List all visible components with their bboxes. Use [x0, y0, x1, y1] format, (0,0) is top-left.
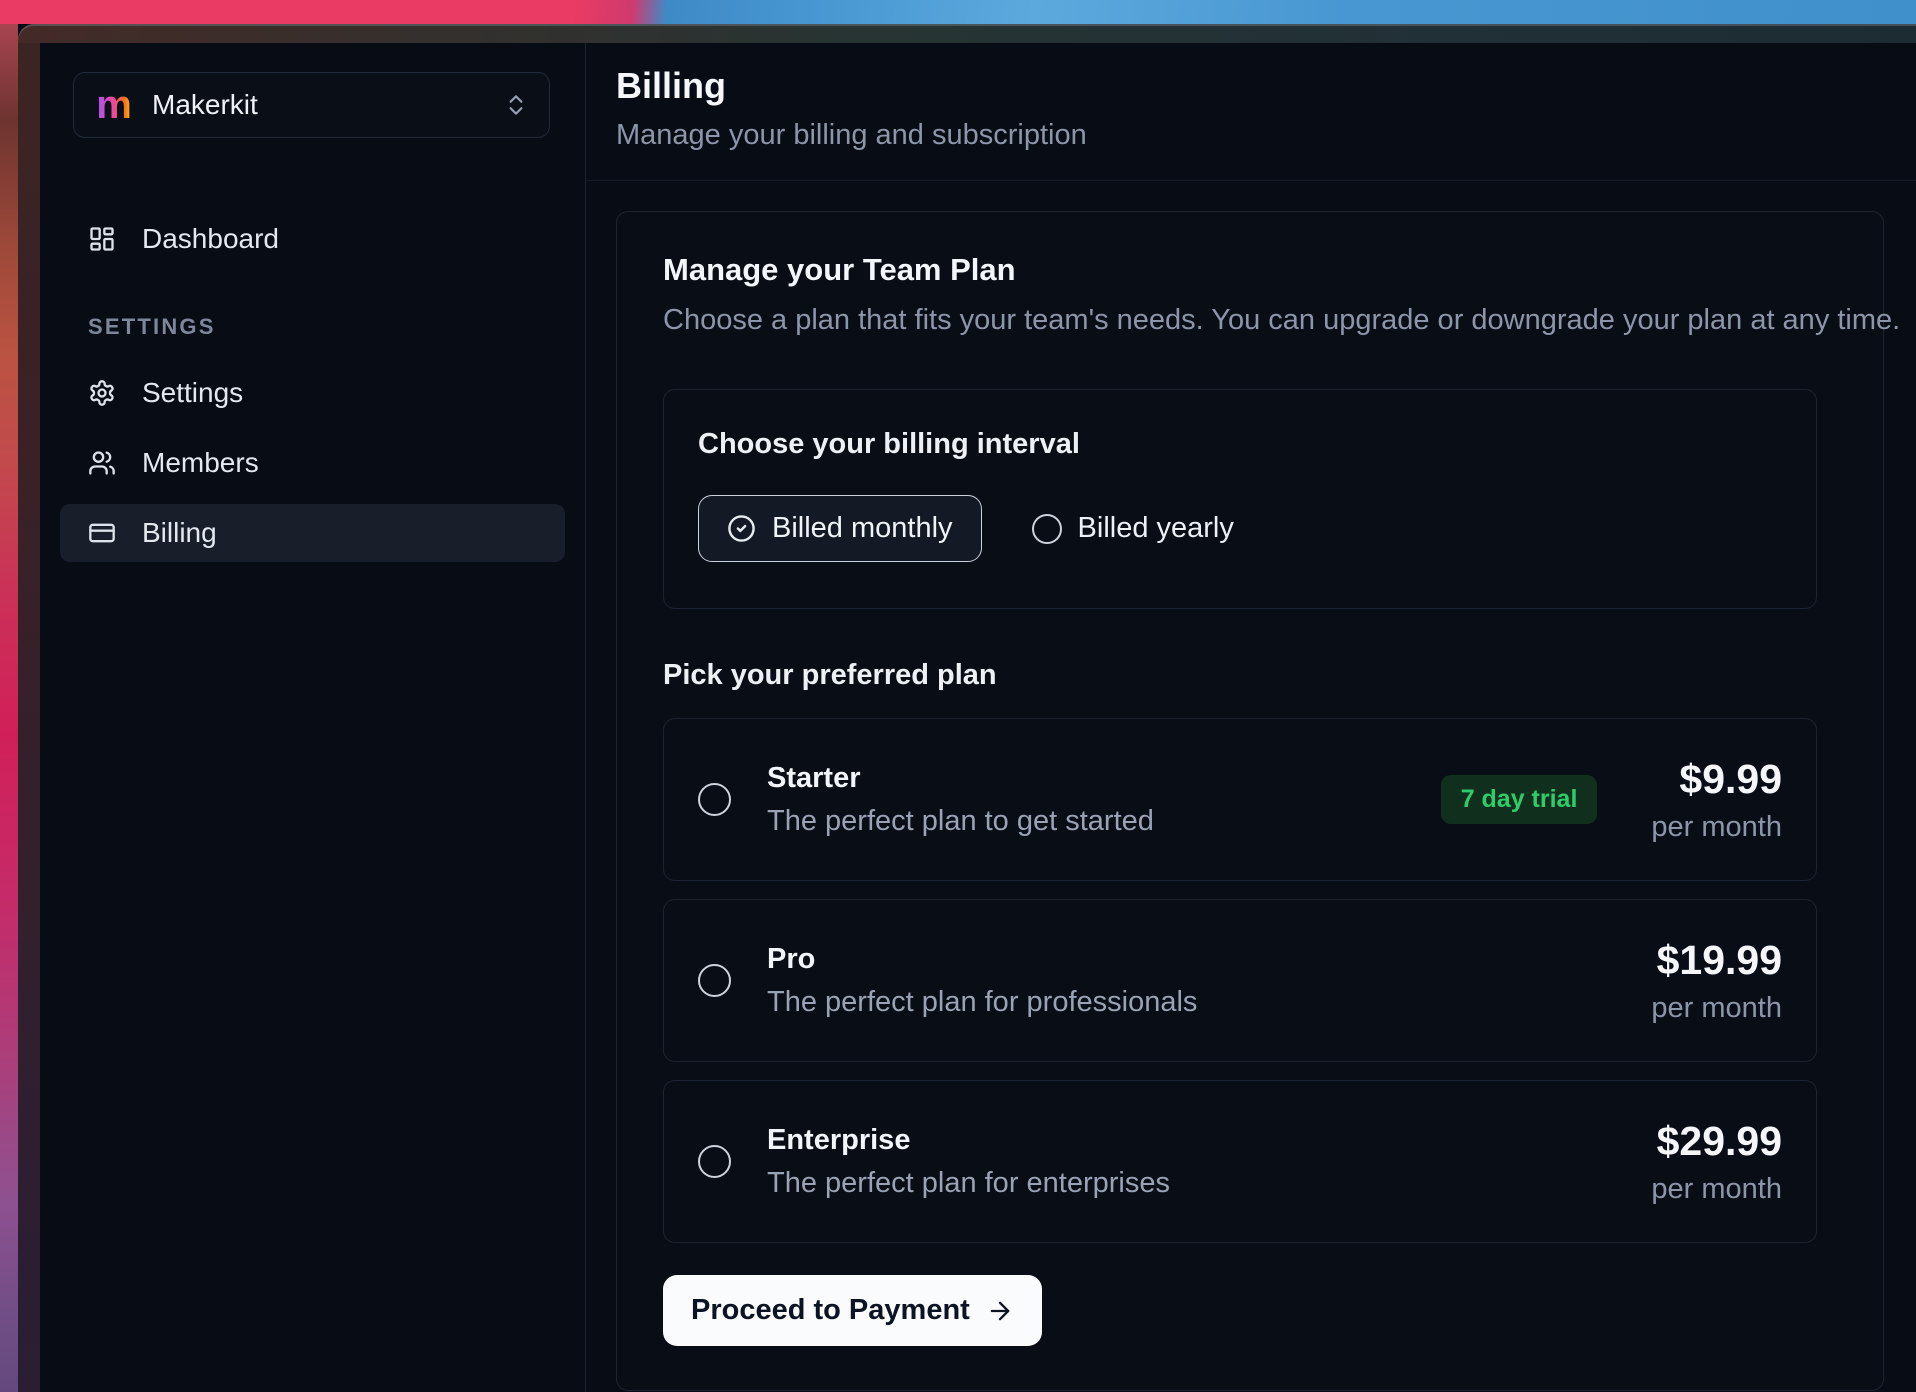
sidebar-item-members[interactable]: Members [60, 434, 565, 492]
proceed-to-payment-label: Proceed to Payment [691, 1294, 970, 1327]
plan-name: Pro [767, 943, 1197, 976]
sidebar-item-billing[interactable]: Billing [60, 504, 565, 562]
plan-right: $29.99 per month [1651, 1118, 1782, 1206]
plan-right: $19.99 per month [1651, 937, 1782, 1025]
app-window: m Makerkit [18, 24, 1916, 1392]
card-title: Manage your Team Plan [663, 252, 1837, 288]
main-content: Billing Manage your billing and subscrip… [586, 43, 1916, 1392]
app-layout: m Makerkit [40, 43, 1916, 1392]
page-subtitle: Manage your billing and subscription [616, 119, 1916, 152]
billed-monthly-option[interactable]: Billed monthly [698, 495, 982, 562]
price-block: $29.99 per month [1651, 1118, 1782, 1206]
chevrons-up-down-icon [503, 92, 529, 118]
arrow-right-icon [986, 1297, 1014, 1325]
plan-description: The perfect plan for professionals [767, 986, 1197, 1019]
plan-period: per month [1651, 811, 1782, 844]
plan-price: $9.99 [1651, 756, 1782, 803]
proceed-to-payment-button[interactable]: Proceed to Payment [663, 1275, 1042, 1346]
plan-name: Enterprise [767, 1124, 1170, 1157]
plan-price: $29.99 [1651, 1118, 1782, 1165]
trial-badge: 7 day trial [1441, 775, 1598, 824]
radio-circle-icon[interactable] [698, 783, 731, 816]
billed-yearly-option[interactable]: Billed yearly [1032, 512, 1234, 545]
plan-row-starter[interactable]: Starter The perfect plan to get started … [663, 718, 1817, 881]
logo-letter: m [96, 85, 132, 125]
content-area: Manage your Team Plan Choose a plan that… [586, 181, 1916, 1391]
page-header: Billing Manage your billing and subscrip… [586, 43, 1916, 181]
plan-period: per month [1651, 1173, 1782, 1206]
plan-row-enterprise[interactable]: Enterprise The perfect plan for enterpri… [663, 1080, 1817, 1243]
sidebar-item-label: Billing [142, 517, 217, 549]
plan-texts: Starter The perfect plan to get started [767, 762, 1154, 838]
sidebar: m Makerkit [40, 43, 586, 1392]
dashboard-icon [88, 225, 116, 253]
window-titlebar [18, 24, 1916, 43]
plan-price: $19.99 [1651, 937, 1782, 984]
sidebar-section-label: SETTINGS [88, 314, 565, 340]
plan-texts: Pro The perfect plan for professionals [767, 943, 1197, 1019]
billing-interval-label: Choose your billing interval [698, 428, 1782, 461]
plan-name: Starter [767, 762, 1154, 795]
team-plan-card: Manage your Team Plan Choose a plan that… [616, 211, 1884, 1391]
price-block: $19.99 per month [1651, 937, 1782, 1025]
card-description: Choose a plan that fits your team's need… [663, 304, 1837, 337]
team-name: Makerkit [152, 89, 258, 121]
sidebar-item-label: Settings [142, 377, 243, 409]
check-circle-icon [727, 514, 756, 543]
gear-icon [88, 379, 116, 407]
price-block: $9.99 per month [1651, 756, 1782, 844]
plan-description: The perfect plan for enterprises [767, 1167, 1170, 1200]
plan-row-pro[interactable]: Pro The perfect plan for professionals $… [663, 899, 1817, 1062]
radio-circle-icon[interactable] [698, 1145, 731, 1178]
plan-period: per month [1651, 992, 1782, 1025]
makerkit-logo-icon: m [94, 85, 134, 125]
billing-interval-box: Choose your billing interval Billed mont… [663, 389, 1817, 609]
window-frame-edge [18, 24, 40, 1392]
plan-description: The perfect plan to get started [767, 805, 1154, 838]
plan-texts: Enterprise The perfect plan for enterpri… [767, 1124, 1170, 1200]
billing-interval-options: Billed monthly Billed yearly [698, 495, 1782, 562]
credit-card-icon [88, 519, 116, 547]
page-title: Billing [616, 65, 1916, 107]
sidebar-item-label: Members [142, 447, 259, 479]
desktop-wallpaper-left [0, 24, 18, 1392]
radio-circle-icon[interactable] [698, 964, 731, 997]
screen: m Makerkit [0, 0, 1916, 1392]
radio-circle-icon [1032, 514, 1062, 544]
sidebar-item-settings[interactable]: Settings [60, 364, 565, 422]
billed-yearly-label: Billed yearly [1078, 512, 1234, 545]
plan-right: 7 day trial $9.99 per month [1441, 756, 1782, 844]
plans-label: Pick your preferred plan [663, 659, 1837, 692]
sidebar-item-label: Dashboard [142, 223, 279, 255]
team-switcher[interactable]: m Makerkit [73, 72, 550, 138]
users-icon [88, 449, 116, 477]
sidebar-nav: Dashboard SETTINGS Settings [40, 210, 585, 562]
billed-monthly-label: Billed monthly [772, 512, 953, 545]
desktop-wallpaper-top [0, 0, 1916, 24]
sidebar-item-dashboard[interactable]: Dashboard [60, 210, 565, 268]
